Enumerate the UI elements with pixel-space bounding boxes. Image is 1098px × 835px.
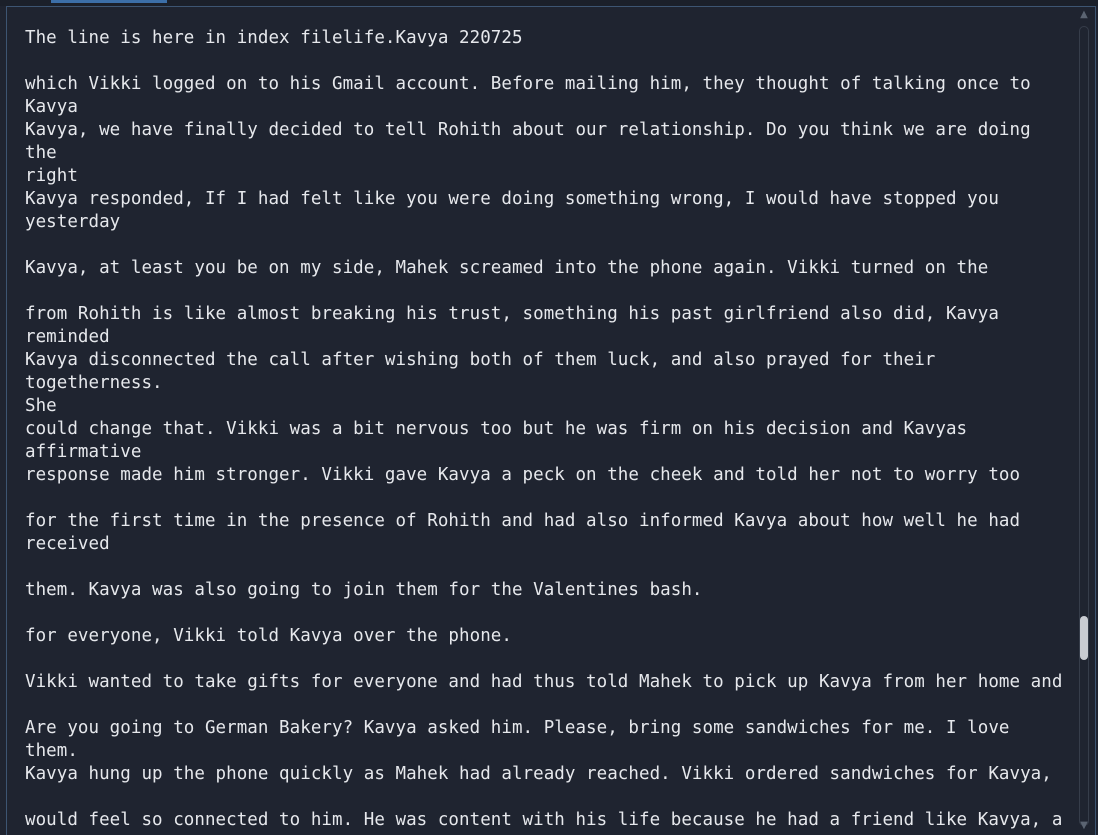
text-line: for the first time in the presence of Ro… (25, 511, 1021, 554)
text-content-area[interactable]: The line is here in index filelife.Kavya… (7, 7, 1077, 835)
text-line: Kavya, at least you be on my side, Mahek… (25, 258, 989, 278)
text-line: response made him stronger. Vikki gave K… (25, 465, 1021, 485)
text-line: for everyone, Vikki told Kavya over the … (25, 626, 512, 646)
text-line: Vikki wanted to take gifts for everyone … (25, 672, 1063, 692)
text-line: would feel so connected to him. He was c… (25, 810, 1063, 830)
vertical-scrollbar[interactable]: ▲ ▼ (1076, 6, 1092, 835)
active-tab-indicator[interactable] (51, 0, 167, 3)
text-line: Kavya responded, If I had felt like you … (25, 189, 999, 232)
text-viewer-window: The line is here in index filelife.Kavya… (0, 0, 1098, 835)
text-line: Kavya disconnected the call after wishin… (25, 350, 936, 416)
text-panel: The line is here in index filelife.Kavya… (6, 6, 1096, 835)
text-line: could change that. Vikki was a bit nervo… (25, 419, 978, 462)
text-line: from Rohith is like almost breaking his … (25, 304, 1010, 347)
text-line: The line is here in index filelife.Kavya… (25, 28, 523, 48)
scroll-up-arrow-icon[interactable]: ▲ (1076, 6, 1092, 24)
scroll-track[interactable] (1079, 26, 1089, 826)
text-line: them. Kavya was also going to join them … (25, 580, 703, 600)
scroll-thumb[interactable] (1080, 615, 1088, 660)
text-line: Kavya, we have finally decided to tell R… (25, 120, 1031, 186)
text-line: which Vikki logged on to his Gmail accou… (25, 74, 1042, 117)
scroll-down-arrow-icon[interactable]: ▼ (1076, 819, 1092, 833)
text-line: Kavya hung up the phone quickly as Mahek… (25, 764, 1052, 784)
text-line: Are you going to German Bakery? Kavya as… (25, 718, 1021, 761)
